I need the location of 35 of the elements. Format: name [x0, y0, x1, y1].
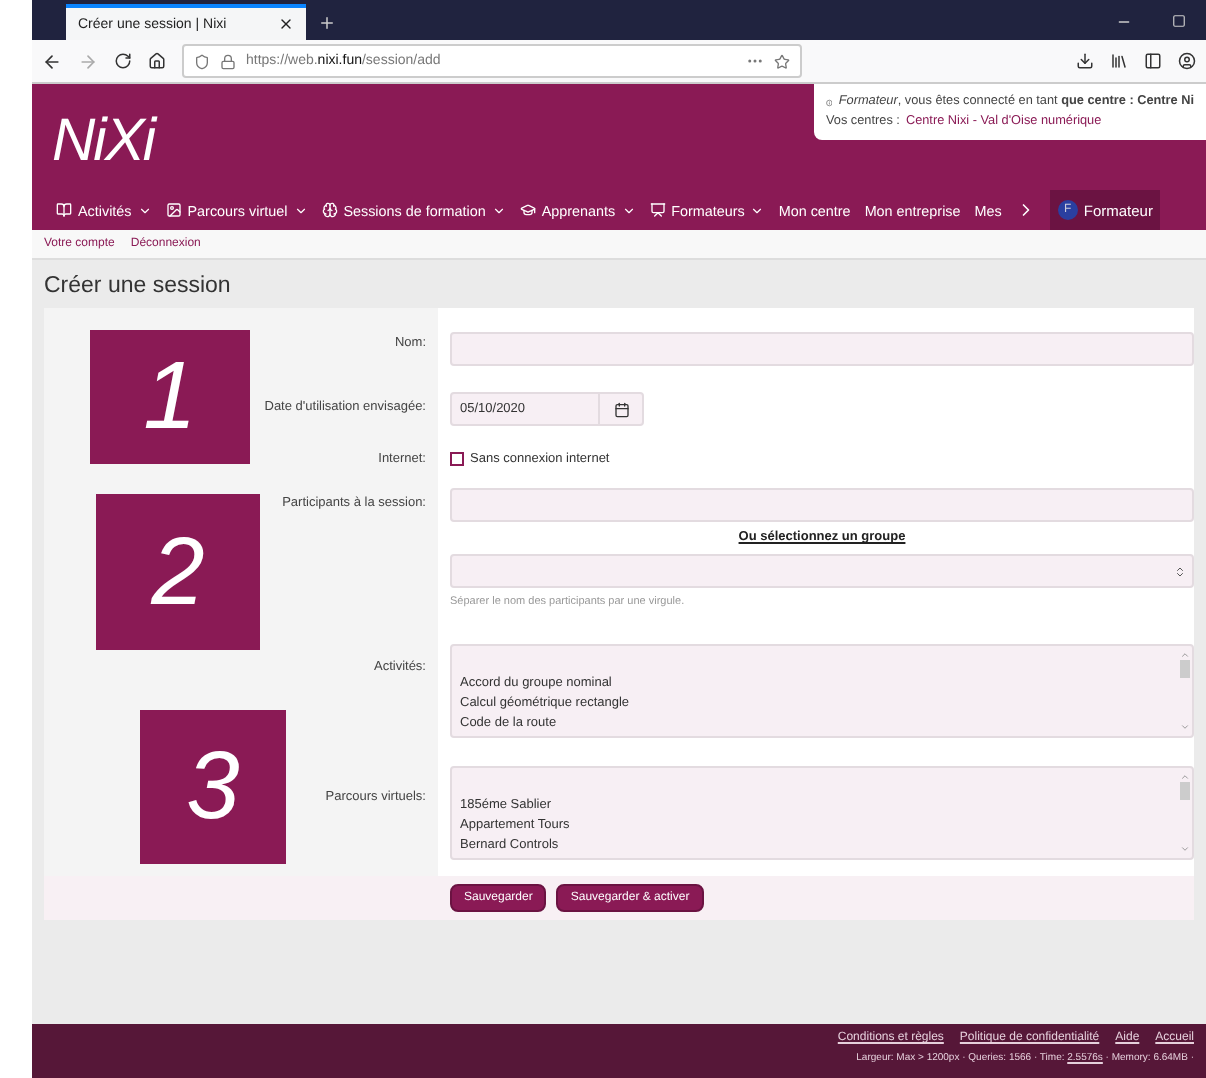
- sidebar-icon[interactable]: [1144, 52, 1162, 70]
- new-tab-icon[interactable]: [318, 14, 336, 32]
- caret-icon: [137, 203, 152, 217]
- page-title: Créer une session: [42, 272, 233, 302]
- step-number-marker: 2: [96, 494, 260, 650]
- calendar-icon[interactable]: [613, 401, 629, 417]
- back-icon[interactable]: [42, 51, 62, 71]
- nixi-logo: NiXi: [50, 106, 155, 176]
- book-icon: [56, 202, 72, 218]
- star-icon[interactable]: [774, 53, 790, 69]
- account-icon[interactable]: [1178, 52, 1196, 70]
- caret-icon: [621, 203, 636, 217]
- step-number-marker: 3: [140, 710, 286, 864]
- caret-icon: [750, 203, 765, 217]
- step-number-marker: 1: [90, 330, 250, 464]
- participants-field[interactable]: [450, 488, 1194, 522]
- name-field[interactable]: [450, 332, 1194, 366]
- brain-icon: [321, 202, 338, 218]
- graduation-cap-icon: [519, 202, 536, 218]
- image-icon: [165, 202, 182, 218]
- lock-icon: [220, 53, 236, 69]
- reload-icon[interactable]: [114, 52, 132, 70]
- scroll-thumb[interactable]: [1179, 660, 1189, 678]
- close-icon[interactable]: [278, 16, 294, 32]
- presentation-board-icon: [649, 202, 666, 218]
- download-icon[interactable]: [1076, 52, 1094, 70]
- scroll-thumb[interactable]: [1179, 782, 1189, 800]
- home-icon[interactable]: [148, 52, 166, 70]
- library-icon[interactable]: [1110, 52, 1128, 70]
- shield-icon: [194, 53, 210, 69]
- maximize-icon[interactable]: [1172, 14, 1186, 28]
- caret-icon: [293, 203, 308, 217]
- info-icon: [826, 95, 833, 109]
- offline-checkbox[interactable]: [450, 452, 464, 466]
- caret-icon: [491, 203, 506, 217]
